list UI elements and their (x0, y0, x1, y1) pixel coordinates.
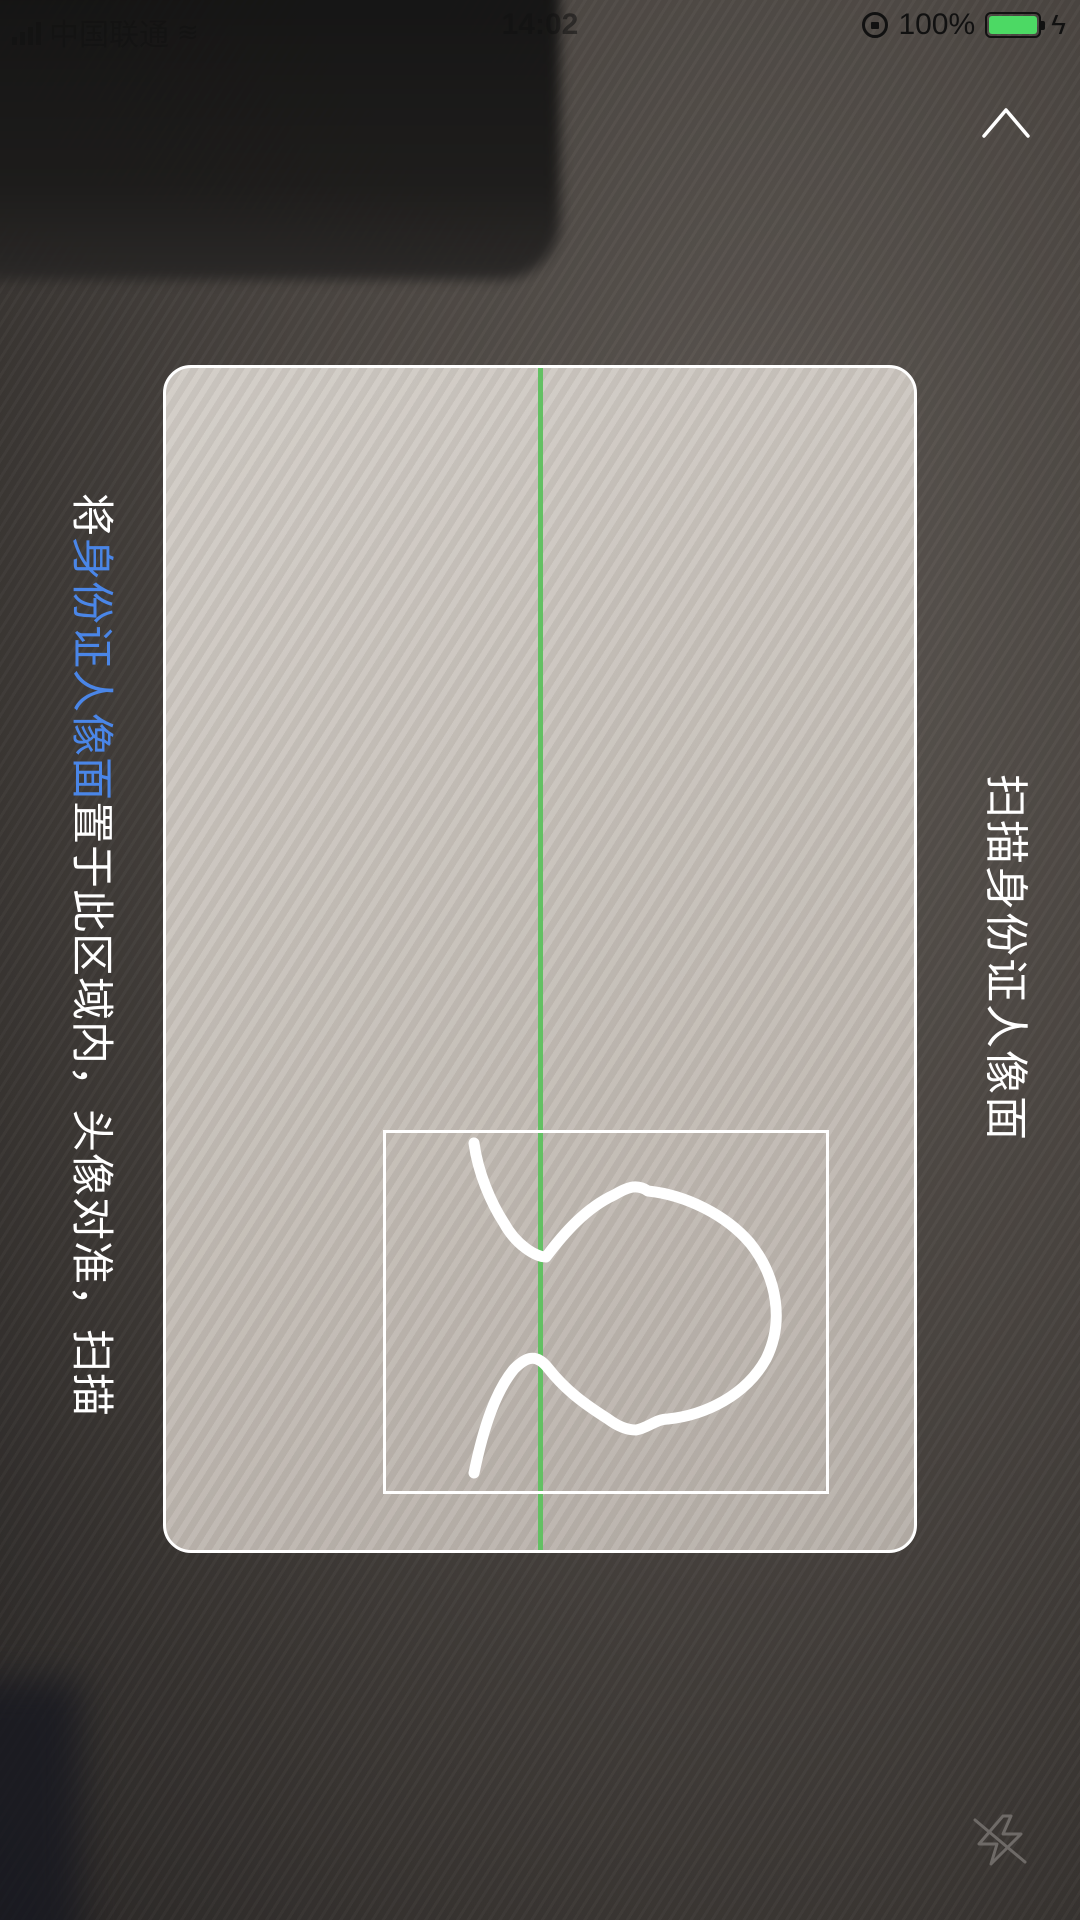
rotation-lock-icon (862, 12, 889, 38)
battery-percent: 100% (898, 8, 976, 41)
status-bar: 中国联通 ≋ 14:02 100% ϟ (0, 0, 1080, 54)
guide-prefix: 将 (67, 493, 115, 537)
head-silhouette-icon (468, 1137, 782, 1479)
charging-bolt-icon: ϟ (1051, 9, 1066, 40)
camera-background-shadow (0, 1680, 80, 1920)
scan-title-text: 扫描身份证人像面 (981, 774, 1030, 1142)
guide-suffix: 置于此区域内，头像对准，扫描 (67, 801, 115, 1417)
guide-text-inner: 将身份证人像面置于此区域内，头像对准，扫描 (64, 493, 126, 1417)
battery-tip (1041, 21, 1046, 30)
collapse-button[interactable] (976, 98, 1036, 148)
battery-fill (989, 16, 1038, 34)
guide-highlight: 身份证人像面 (67, 537, 115, 801)
flash-button[interactable] (965, 1810, 1035, 1870)
flash-off-icon (973, 1814, 1027, 1866)
scan-frame (163, 365, 917, 1553)
portrait-guide-box (383, 1130, 829, 1494)
id-card-scanner-screen: 中国联通 ≋ 14:02 100% ϟ 将身份证人像面置于此区域内，头像对准，扫… (0, 0, 1080, 1920)
chevron-up-icon (982, 108, 1030, 138)
battery-icon (985, 12, 1046, 38)
status-right: 100% ϟ (862, 8, 1066, 42)
